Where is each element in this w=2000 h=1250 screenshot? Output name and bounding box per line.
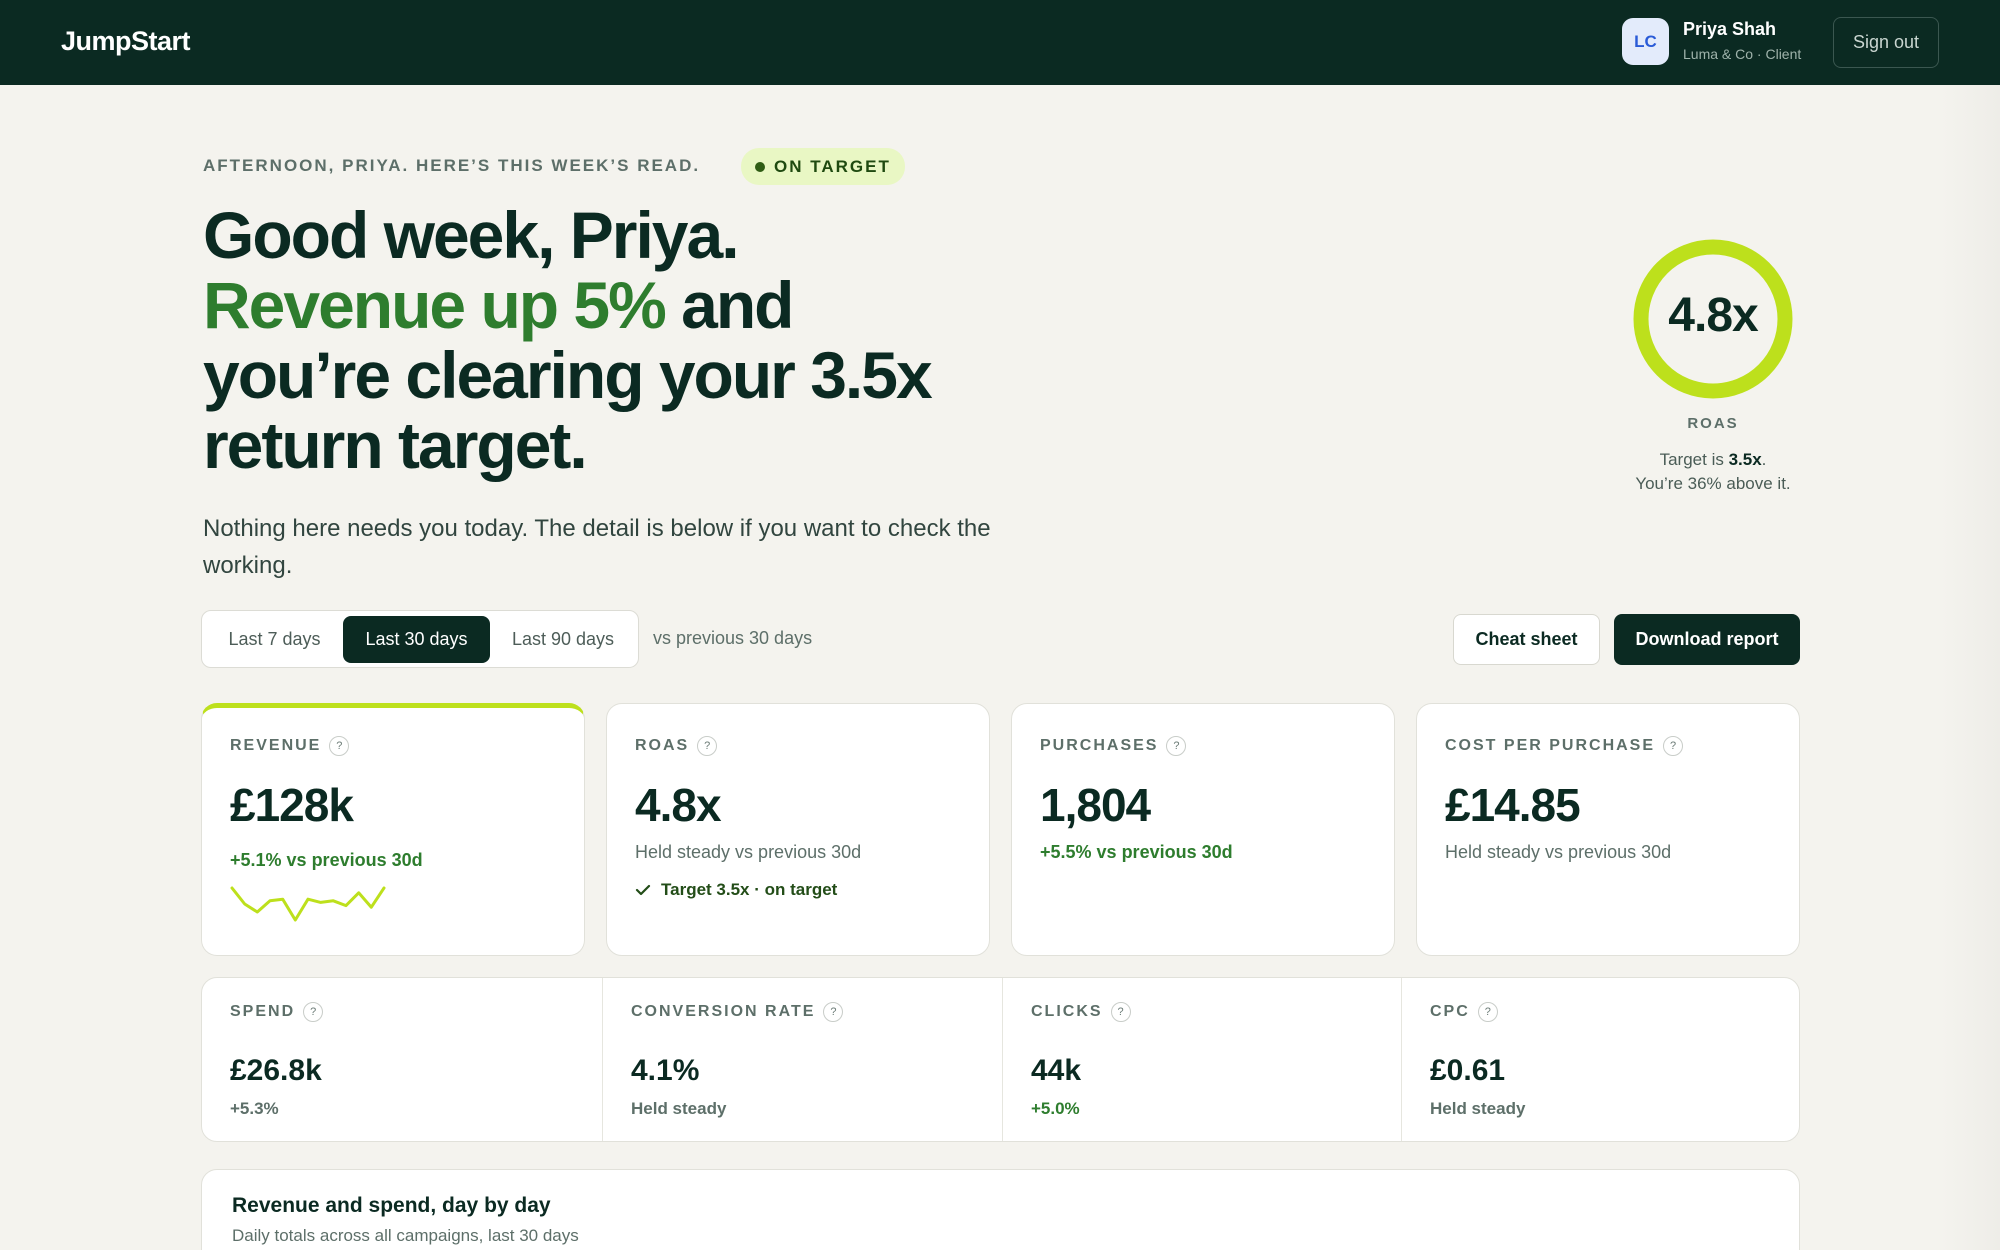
help-icon[interactable]: ? <box>1110 1002 1131 1022</box>
sparkline-path <box>230 886 386 922</box>
metric-label: CLICKS? <box>1031 1002 1131 1022</box>
kpi-value: 4.8x <box>635 779 722 831</box>
user-name: Priya Shah <box>1683 19 1777 39</box>
kpi-card-cost-per-purchase[interactable]: COST PER PURCHASE? £14.85 Held steady vs… <box>1416 703 1800 956</box>
metric-spend[interactable]: SPEND? £26.8k +5.3% <box>202 978 602 1141</box>
metric-label-text: SPEND <box>230 1003 296 1021</box>
kpi-delta: +5.5% vs previous 30d <box>1040 842 1233 862</box>
ring-note-prefix: Target is <box>1659 450 1729 469</box>
metric-value: 44k <box>1031 1054 1082 1087</box>
kpi-card-purchases[interactable]: PURCHASES? 1,804 +5.5% vs previous 30d <box>1011 703 1395 956</box>
status-dot-icon <box>755 161 765 172</box>
metric-delta: Held steady <box>631 1099 727 1118</box>
kpi-label-text: PURCHASES <box>1040 737 1159 755</box>
metric-label: CPC? <box>1430 1002 1498 1022</box>
help-icon[interactable]: ? <box>823 1002 844 1022</box>
kpi-label-text: COST PER PURCHASE <box>1445 737 1656 755</box>
metric-conversion-rate[interactable]: CONVERSION RATE? 4.1% Held steady <box>602 978 1002 1141</box>
headline-line-2: Revenue up 5% and <box>203 270 1103 340</box>
sign-out-button[interactable]: Sign out <box>1833 17 1939 68</box>
metric-value: 4.1% <box>631 1054 700 1087</box>
cheat-sheet-button[interactable]: Cheat sheet <box>1453 614 1600 665</box>
help-icon[interactable]: ? <box>1663 736 1684 756</box>
panel-title: Revenue and spend, day by day <box>232 1194 551 1217</box>
download-report-button[interactable]: Download report <box>1614 614 1800 665</box>
comparison-label: vs previous 30 days <box>653 628 813 648</box>
help-icon[interactable]: ? <box>697 736 718 756</box>
ring-note-line-2: You’re 36% above it. <box>1635 474 1791 493</box>
headline-line-4: return target. <box>203 408 588 482</box>
target-note: Target 3.5x · on target <box>635 880 837 900</box>
metric-clicks[interactable]: CLICKS? 44k +5.0% <box>1002 978 1402 1141</box>
help-icon[interactable]: ? <box>1166 736 1187 756</box>
metric-label: CONVERSION RATE? <box>631 1002 844 1022</box>
top-bar: JumpStart LC Priya Shah Luma & Co · Clie… <box>0 0 2000 85</box>
kpi-card-revenue[interactable]: REVENUE? £128k +5.1% vs previous 30d <box>201 703 585 956</box>
headline-line-1: Good week, Priya. <box>203 198 740 272</box>
kpi-label-text: ROAS <box>635 737 690 755</box>
target-note-text: Target 3.5x · on target <box>661 880 838 899</box>
metric-label-text: CLICKS <box>1031 1003 1103 1021</box>
kpi-delta: Held steady vs previous 30d <box>635 842 862 862</box>
avatar[interactable]: LC <box>1622 18 1669 65</box>
roas-ring-value: 4.8x <box>1668 289 1758 342</box>
range-last-90-days[interactable]: Last 90 days <box>495 616 631 663</box>
status-badge: ON TARGET <box>741 148 905 185</box>
panel-subtitle: Daily totals across all campaigns, last … <box>232 1226 579 1245</box>
headline-and: and <box>664 268 794 342</box>
kpi-label: COST PER PURCHASE? <box>1445 736 1684 756</box>
kpi-label-text: REVENUE <box>230 737 322 755</box>
kpi-value: £14.85 <box>1445 779 1581 831</box>
user-account-label: Luma & Co · Client <box>1683 46 1802 62</box>
kpi-delta: +5.1% vs previous 30d <box>230 850 423 870</box>
edge-shade <box>1940 85 2000 1250</box>
kpi-label: PURCHASES? <box>1040 736 1187 756</box>
metric-delta: Held steady <box>1430 1099 1526 1118</box>
kpi-card-roas[interactable]: ROAS? 4.8x Held steady vs previous 30d T… <box>606 703 990 956</box>
help-icon[interactable]: ? <box>1477 1002 1498 1022</box>
metric-cpc[interactable]: CPC? £0.61 Held steady <box>1401 978 1801 1141</box>
kpi-delta: Held steady vs previous 30d <box>1445 842 1672 862</box>
metric-delta: +5.0% <box>1031 1099 1080 1118</box>
kpi-value: 1,804 <box>1040 779 1151 831</box>
revenue-spend-panel: Revenue and spend, day by day Daily tota… <box>201 1169 1800 1250</box>
date-range-selector: Last 7 days Last 30 days Last 90 days <box>201 610 639 668</box>
ring-note-suffix: . <box>1761 450 1767 469</box>
kpi-value: £128k <box>230 779 354 831</box>
revenue-sparkline <box>230 886 386 922</box>
page-headline: Good week, Priya. Revenue up 5% and you’… <box>203 200 1103 480</box>
headline-line-3: you’re clearing your 3.5x <box>203 338 933 412</box>
roas-ring-label: ROAS <box>1687 415 1739 432</box>
lede-text: Nothing here needs you today. The detail… <box>203 515 991 579</box>
metric-value: £26.8k <box>230 1054 322 1087</box>
metric-label-text: CONVERSION RATE <box>631 1003 816 1021</box>
headline-highlight: Revenue up 5% <box>203 268 667 342</box>
metric-label: SPEND? <box>230 1002 324 1022</box>
brand-logo[interactable]: JumpStart <box>61 26 191 57</box>
kpi-label: ROAS? <box>635 736 718 756</box>
metric-value: £0.61 <box>1430 1054 1506 1087</box>
secondary-metrics: SPEND? £26.8k +5.3% CONVERSION RATE? 4.1… <box>201 977 1800 1142</box>
kpi-label: REVENUE? <box>230 736 350 756</box>
help-icon[interactable]: ? <box>303 1002 324 1022</box>
greeting-kicker: Afternoon, Priya. Here’s this week’s rea… <box>203 156 701 175</box>
check-icon <box>635 884 651 896</box>
metric-label-text: CPC <box>1430 1003 1470 1021</box>
help-icon[interactable]: ? <box>329 736 350 756</box>
roas-ring-note: Target is 3.5x. You’re 36% above it. <box>1612 448 1814 496</box>
range-last-7-days[interactable]: Last 7 days <box>210 616 339 663</box>
ring-note-target: 3.5x <box>1728 450 1762 469</box>
metric-delta: +5.3% <box>230 1099 279 1118</box>
range-last-30-days[interactable]: Last 30 days <box>343 616 490 663</box>
status-badge-label: ON TARGET <box>774 156 891 176</box>
